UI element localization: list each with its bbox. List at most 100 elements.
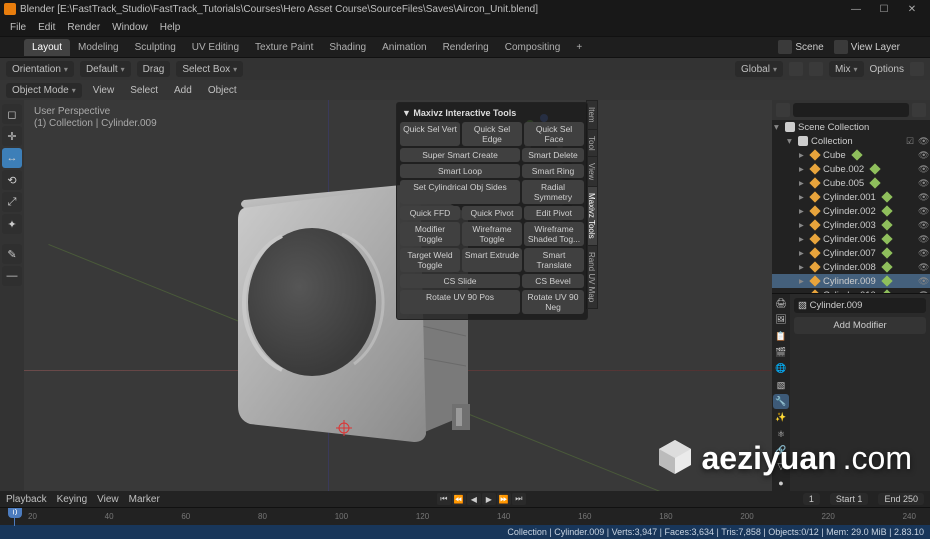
tree-item-cube-005[interactable]: ▸Cube.005👁 bbox=[772, 176, 930, 190]
prop-tab-particles[interactable]: ✨ bbox=[773, 410, 789, 425]
properties-breadcrumb[interactable]: ▧ Cylinder.009 bbox=[794, 298, 926, 313]
btn-smart-translate[interactable]: Smart Translate bbox=[524, 248, 584, 272]
tab-shading[interactable]: Shading bbox=[321, 39, 374, 56]
btn-smart-extrude[interactable]: Smart Extrude bbox=[462, 248, 522, 272]
outliner-display-mode-icon[interactable] bbox=[776, 103, 790, 117]
play-button[interactable]: ▶ bbox=[482, 493, 496, 505]
prop-tab-output[interactable]: 🖼 bbox=[773, 312, 789, 327]
timeline-track[interactable]: 0 20406080100120140160180200220240 bbox=[0, 507, 930, 525]
maximize-button[interactable]: ☐ bbox=[870, 0, 898, 18]
overlay-icon[interactable] bbox=[910, 62, 924, 76]
mix-dropdown[interactable]: Mix bbox=[829, 61, 864, 77]
play-reverse-button[interactable]: ◀ bbox=[467, 493, 481, 505]
eye-icon[interactable]: 👁 bbox=[918, 192, 928, 202]
start-frame-field[interactable]: Start 1 bbox=[830, 493, 869, 505]
tree-item-cylinder-007[interactable]: ▸Cylinder.007👁 bbox=[772, 246, 930, 260]
tab-compositing[interactable]: Compositing bbox=[497, 39, 569, 56]
eye-icon[interactable]: 👁 bbox=[918, 206, 928, 216]
tl-marker[interactable]: Marker bbox=[129, 494, 160, 505]
btn-smart-loop[interactable]: Smart Loop bbox=[400, 164, 520, 178]
btn-smart-ring[interactable]: Smart Ring bbox=[522, 164, 584, 178]
close-button[interactable]: ✕ bbox=[898, 0, 926, 18]
tree-item-cylinder-009[interactable]: ▸Cylinder.009👁 bbox=[772, 274, 930, 288]
prop-tab-modifier[interactable]: 🔧 bbox=[773, 394, 789, 409]
transform-tool[interactable]: ✦ bbox=[2, 214, 22, 234]
outliner-tree[interactable]: ▾Scene Collection ▾Collection☑👁 ▸Cube👁 ▸C… bbox=[772, 120, 930, 293]
move-tool[interactable]: ↔ bbox=[2, 148, 22, 168]
btn-target-weld[interactable]: Target Weld Toggle bbox=[400, 248, 460, 272]
tree-item-cube[interactable]: ▸Cube👁 bbox=[772, 148, 930, 162]
btn-quick-ffd[interactable]: Quick FFD bbox=[400, 206, 460, 220]
btn-super-smart-create[interactable]: Super Smart Create bbox=[400, 148, 520, 162]
eye-icon[interactable]: 👁 bbox=[918, 262, 928, 272]
tree-collection[interactable]: ▾Collection☑👁 bbox=[772, 134, 930, 148]
prop-tab-viewlayer[interactable]: 📋 bbox=[773, 329, 789, 344]
minimize-button[interactable]: — bbox=[842, 0, 870, 18]
cursor-tool[interactable]: ✛ bbox=[2, 126, 22, 146]
prop-tab-world[interactable]: 🌐 bbox=[773, 361, 789, 376]
pivot-dropdown[interactable]: Default bbox=[80, 61, 131, 77]
menu-file[interactable]: File bbox=[4, 20, 32, 35]
tree-item-cylinder-008[interactable]: ▸Cylinder.008👁 bbox=[772, 260, 930, 274]
drag-button[interactable]: Drag bbox=[137, 61, 171, 77]
select-tool[interactable]: ◻ bbox=[2, 104, 22, 124]
tree-item-cylinder-006[interactable]: ▸Cylinder.006👁 bbox=[772, 232, 930, 246]
menu-help[interactable]: Help bbox=[154, 20, 187, 35]
btn-rot-uv-pos[interactable]: Rotate UV 90 Pos bbox=[400, 290, 520, 314]
btn-set-cyl-sides[interactable]: Set Cylindrical Obj Sides bbox=[400, 180, 520, 204]
next-key-button[interactable]: ⏩ bbox=[497, 493, 511, 505]
eye-icon[interactable]: 👁 bbox=[918, 220, 928, 230]
btn-wire-shaded-toggle[interactable]: Wireframe Shaded Tog... bbox=[524, 222, 584, 246]
eye-icon[interactable]: 👁 bbox=[918, 164, 928, 174]
scene-selector[interactable]: Scene bbox=[795, 42, 823, 53]
menu-edit[interactable]: Edit bbox=[32, 20, 61, 35]
tl-view[interactable]: View bbox=[97, 494, 119, 505]
submenu-add[interactable]: Add bbox=[169, 84, 197, 97]
btn-quick-sel-face[interactable]: Quick Sel Face bbox=[524, 122, 584, 146]
tab-sculpting[interactable]: Sculpting bbox=[127, 39, 184, 56]
view-layer-selector[interactable]: View Layer bbox=[851, 42, 900, 53]
prop-tab-material[interactable]: ● bbox=[773, 476, 789, 491]
3d-viewport[interactable]: User Perspective (1) Collection | Cylind… bbox=[24, 100, 772, 491]
submenu-object[interactable]: Object bbox=[203, 84, 242, 97]
eye-icon[interactable]: 👁 bbox=[918, 136, 928, 146]
prev-key-button[interactable]: ⏪ bbox=[452, 493, 466, 505]
snap-icon[interactable] bbox=[789, 62, 803, 76]
jump-end-button[interactable]: ⏭ bbox=[512, 493, 526, 505]
eye-icon[interactable]: 👁 bbox=[918, 150, 928, 160]
tree-item-cylinder-002[interactable]: ▸Cylinder.002👁 bbox=[772, 204, 930, 218]
tab-modeling[interactable]: Modeling bbox=[70, 39, 127, 56]
btn-quick-pivot[interactable]: Quick Pivot bbox=[462, 206, 522, 220]
eye-icon[interactable]: 👁 bbox=[918, 178, 928, 188]
outliner-filter-icon[interactable] bbox=[912, 103, 926, 117]
prop-tab-object[interactable]: ▧ bbox=[773, 378, 789, 393]
orientation-dropdown[interactable]: Orientation bbox=[6, 61, 74, 77]
btn-radial-symmetry[interactable]: Radial Symmetry bbox=[522, 180, 584, 204]
submenu-select[interactable]: Select bbox=[125, 84, 163, 97]
add-modifier-button[interactable]: Add Modifier bbox=[794, 317, 926, 334]
tree-scene-collection[interactable]: ▾Scene Collection bbox=[772, 120, 930, 134]
tl-playback[interactable]: Playback bbox=[6, 494, 47, 505]
tab-add-workspace[interactable]: + bbox=[568, 39, 590, 56]
btn-quick-sel-edge[interactable]: Quick Sel Edge bbox=[462, 122, 522, 146]
btn-modifier-toggle[interactable]: Modifier Toggle bbox=[400, 222, 460, 246]
tab-layout[interactable]: Layout bbox=[24, 39, 70, 56]
btn-rot-uv-neg[interactable]: Rotate UV 90 Neg bbox=[522, 290, 584, 314]
eye-icon[interactable]: 👁 bbox=[918, 234, 928, 244]
annotate-tool[interactable]: ✎ bbox=[2, 244, 22, 264]
proportional-icon[interactable] bbox=[809, 62, 823, 76]
btn-cs-bevel[interactable]: CS Bevel bbox=[522, 274, 584, 288]
menu-render[interactable]: Render bbox=[61, 20, 106, 35]
tab-rendering[interactable]: Rendering bbox=[435, 39, 497, 56]
measure-tool[interactable]: — bbox=[2, 266, 22, 286]
tab-animation[interactable]: Animation bbox=[374, 39, 434, 56]
outliner-search[interactable] bbox=[793, 103, 909, 117]
btn-quick-sel-vert[interactable]: Quick Sel Vert bbox=[400, 122, 460, 146]
submenu-view[interactable]: View bbox=[88, 84, 120, 97]
exclude-icon[interactable]: ☑ bbox=[906, 136, 916, 146]
tree-item-cylinder-001[interactable]: ▸Cylinder.001👁 bbox=[772, 190, 930, 204]
btn-wireframe-toggle[interactable]: Wireframe Toggle bbox=[462, 222, 522, 246]
tab-uv-editing[interactable]: UV Editing bbox=[184, 39, 247, 56]
scale-tool[interactable]: ⤢ bbox=[2, 192, 22, 212]
btn-edit-pivot[interactable]: Edit Pivot bbox=[524, 206, 584, 220]
